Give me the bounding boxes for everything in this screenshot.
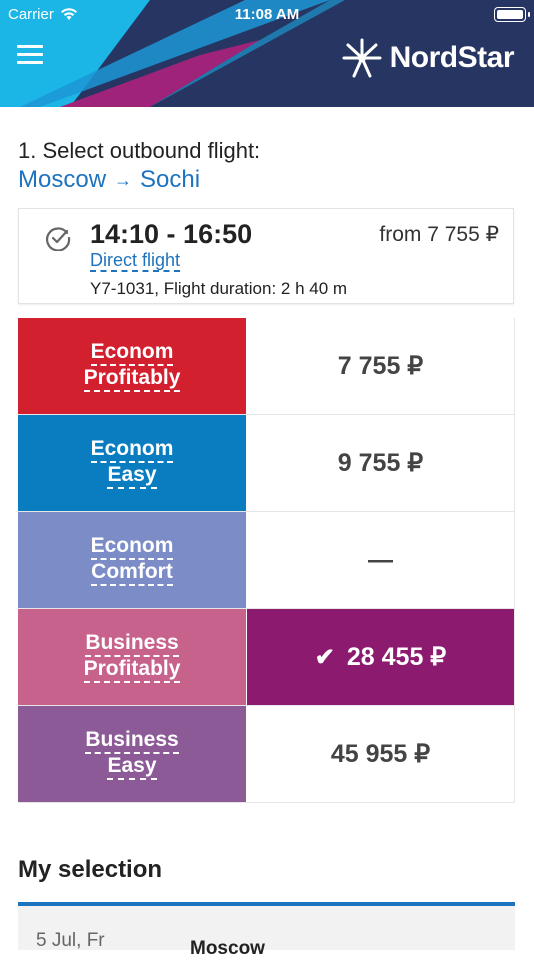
fare-row-econom-easy: Econom Easy 9 755 ₽ — [18, 415, 515, 512]
fare-table: Econom Profitably 7 755 ₽ Econom Easy 9 … — [18, 318, 515, 803]
selection-date: 5 Jul, Fr — [36, 930, 105, 951]
fare-label-econom-easy[interactable]: Econom Easy — [18, 415, 247, 511]
my-selection-title: My selection — [18, 856, 163, 883]
arrow-right-icon: → — [114, 169, 133, 190]
flight-info: Y7-1031, Flight duration: 2 h 40 m — [90, 279, 348, 298]
fare-label-line2: Profitably — [83, 657, 181, 683]
route-origin: Moscow — [18, 166, 107, 193]
fare-price-econom-easy[interactable]: 9 755 ₽ — [247, 415, 515, 511]
fare-price-value: 7 755 ₽ — [337, 352, 424, 380]
fare-label-line2: Easy — [107, 463, 157, 489]
fare-price-value: 45 955 ₽ — [330, 740, 431, 768]
direct-flight-link[interactable]: Direct flight — [90, 250, 181, 272]
fare-price-business-profitably[interactable]: ✔ 28 455 ₽ — [247, 609, 515, 705]
fare-price-econom-profitably[interactable]: 7 755 ₽ — [247, 318, 515, 414]
fare-label-line1: Econom — [90, 534, 174, 560]
status-bar: Carrier 11:08 AM — [0, 0, 534, 30]
fare-label-line1: Econom — [90, 437, 174, 463]
flight-times: 14:10 - 16:50 — [90, 219, 253, 249]
fare-label-econom-comfort[interactable]: Econom Comfort — [18, 512, 247, 608]
flight-card[interactable]: 14:10 - 16:50 Direct flight from 7 755 ₽… — [18, 208, 514, 304]
app-header: Carrier 11:08 AM NordStar — [0, 0, 534, 107]
selection-city: Moscow — [190, 938, 265, 959]
fare-row-econom-comfort: Econom Comfort — — [18, 512, 515, 609]
fare-label-line1: Business — [85, 631, 179, 657]
fare-price-business-easy[interactable]: 45 955 ₽ — [247, 706, 515, 802]
fare-price-value: 9 755 ₽ — [337, 449, 424, 477]
fare-label-line1: Business — [85, 728, 179, 754]
route-destination: Sochi — [140, 166, 201, 193]
fare-label-business-profitably[interactable]: Business Profitably — [18, 609, 247, 705]
step-title: 1. Select outbound flight: — [18, 138, 261, 163]
selection-summary: 5 Jul, Fr Moscow — [18, 902, 515, 959]
check-circle-icon — [46, 227, 71, 251]
fare-label-line2: Comfort — [91, 560, 173, 586]
fare-label-business-easy[interactable]: Business Easy — [18, 706, 247, 802]
fare-row-business-easy: Business Easy 45 955 ₽ — [18, 706, 515, 803]
route[interactable]: Moscow → Sochi — [18, 166, 200, 194]
battery-icon — [494, 7, 530, 22]
star-logo-icon — [342, 38, 382, 78]
fare-price-value: — — [368, 545, 393, 574]
hamburger-menu-icon[interactable] — [17, 45, 43, 65]
fare-label-line2: Profitably — [83, 366, 181, 392]
from-price: from 7 755 ₽ — [379, 223, 499, 246]
fare-label-line1: Econom — [90, 340, 174, 366]
fare-label-line2: Easy — [107, 754, 157, 780]
checkmark-icon: ✔ — [314, 643, 335, 671]
status-time: 11:08 AM — [234, 6, 300, 23]
logo-text: NordStar — [389, 41, 515, 74]
fare-row-business-profitably: Business Profitably ✔ 28 455 ₽ — [18, 609, 515, 706]
fare-row-econom-profitably: Econom Profitably 7 755 ₽ — [18, 318, 515, 415]
fare-price-econom-comfort: — — [247, 512, 515, 608]
fare-label-econom-profitably[interactable]: Econom Profitably — [18, 318, 247, 414]
fare-price-value: 28 455 ₽ — [346, 643, 447, 671]
nordstar-logo: NordStar — [340, 36, 515, 80]
